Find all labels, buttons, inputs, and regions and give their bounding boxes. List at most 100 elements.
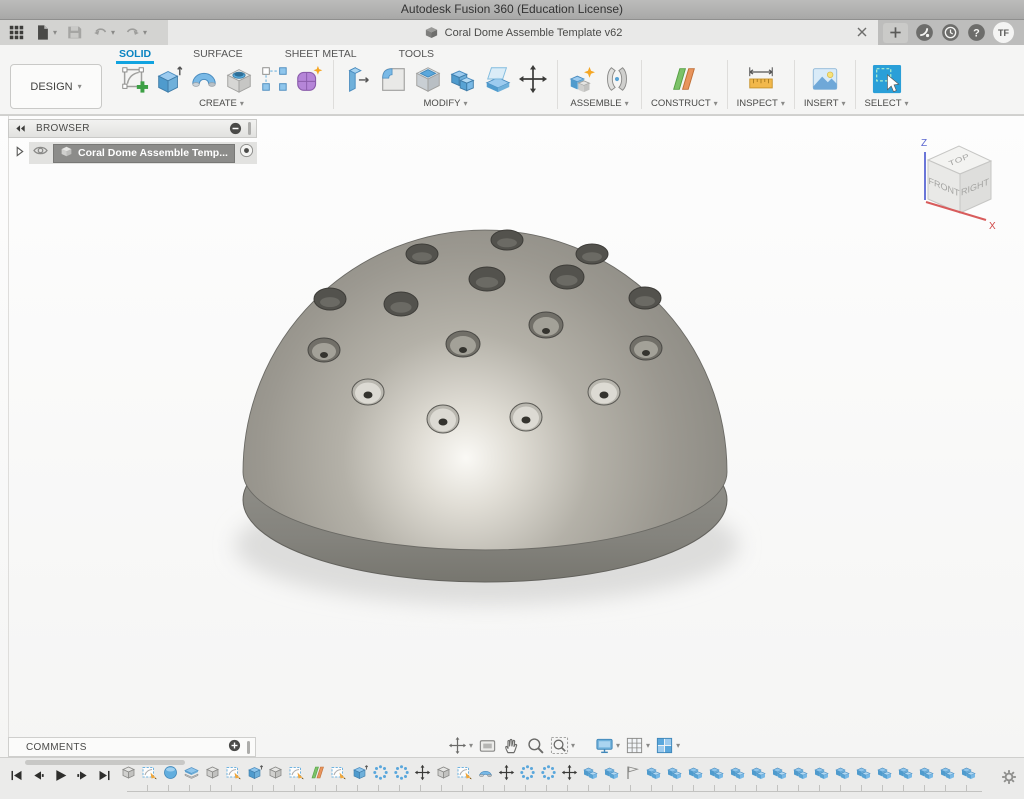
timeline-feature-extrude-icon[interactable] xyxy=(351,764,368,781)
visibility-eye-icon[interactable] xyxy=(32,144,49,162)
new-component-button[interactable] xyxy=(567,64,597,94)
look-at-button[interactable] xyxy=(478,736,497,755)
modify-dropdown[interactable]: MODIFY ▾ xyxy=(424,98,468,109)
timeline-feature-combine-icon[interactable] xyxy=(813,764,830,781)
redo-button[interactable]: ▾ xyxy=(124,24,147,41)
zoom-button[interactable] xyxy=(526,736,545,755)
file-new-button[interactable]: ▾ xyxy=(34,24,57,41)
new-tab-button[interactable] xyxy=(883,23,908,43)
add-comment-icon[interactable] xyxy=(228,739,241,755)
measure-button[interactable] xyxy=(746,64,776,94)
timeline-feature-sphere-icon[interactable] xyxy=(162,764,179,781)
timeline-feature-sketch-icon[interactable] xyxy=(456,764,473,781)
insert-dropdown[interactable]: INSERT ▾ xyxy=(804,98,846,109)
disclosure-triangle-icon[interactable] xyxy=(14,144,25,162)
assemble-dropdown[interactable]: ASSEMBLE ▾ xyxy=(570,98,628,109)
drag-handle[interactable] xyxy=(248,122,251,135)
timeline-feature-move-icon[interactable] xyxy=(561,764,578,781)
timeline-feature-extrude-icon[interactable] xyxy=(246,764,263,781)
extrude-button[interactable] xyxy=(154,64,184,94)
timeline-feature-combine-icon[interactable] xyxy=(582,764,599,781)
press-pull-button[interactable] xyxy=(343,64,373,94)
close-tab-icon[interactable] xyxy=(855,25,869,39)
timeline-feature-combine-icon[interactable] xyxy=(708,764,725,781)
timeline-feature-sketch-icon[interactable] xyxy=(330,764,347,781)
user-avatar[interactable]: TF xyxy=(993,22,1014,43)
timeline-feature-box-icon[interactable] xyxy=(204,764,221,781)
orbit-button[interactable]: ▾ xyxy=(448,736,473,755)
inspect-dropdown[interactable]: INSPECT ▾ xyxy=(737,98,785,109)
timeline-feature-combine-icon[interactable] xyxy=(960,764,977,781)
timeline-feature-combine-icon[interactable] xyxy=(918,764,935,781)
construction-plane-button[interactable] xyxy=(669,64,699,94)
browser-root-item[interactable]: Coral Dome Assemble Temp... xyxy=(53,144,235,163)
job-status-clock-icon[interactable] xyxy=(941,23,960,42)
timeline-feature-combine-icon[interactable] xyxy=(750,764,767,781)
activate-radio-icon[interactable] xyxy=(239,143,254,163)
timeline-feature-sketch-icon[interactable] xyxy=(288,764,305,781)
combine-button[interactable] xyxy=(448,64,478,94)
timeline-feature-combine-icon[interactable] xyxy=(939,764,956,781)
timeline-feature-move-icon[interactable] xyxy=(414,764,431,781)
timeline-feature-combine-icon[interactable] xyxy=(645,764,662,781)
viewcube[interactable]: TOP FRONT RIGHT Z X xyxy=(912,130,1012,234)
help-icon[interactable]: ? xyxy=(967,23,986,42)
apps-grid-button[interactable] xyxy=(8,24,25,41)
select-dropdown[interactable]: SELECT ▾ xyxy=(865,98,909,109)
timeline-feature-combine-icon[interactable] xyxy=(666,764,683,781)
browser-root-row[interactable]: Coral Dome Assemble Temp... xyxy=(8,142,257,164)
skip-end-button[interactable] xyxy=(97,768,112,783)
joint-button[interactable] xyxy=(602,64,632,94)
display-settings-button[interactable]: ▾ xyxy=(595,736,620,755)
timeline-feature-combine-icon[interactable] xyxy=(876,764,893,781)
create-dropdown[interactable]: CREATE ▾ xyxy=(199,98,244,109)
document-tab[interactable]: Coral Dome Assemble Template v62 xyxy=(168,20,878,45)
skip-start-button[interactable] xyxy=(9,768,24,783)
timeline-feature-move-icon[interactable] xyxy=(498,764,515,781)
split-body-button[interactable] xyxy=(483,64,513,94)
timeline-feature-pattern-icon[interactable] xyxy=(519,764,536,781)
timeline-feature-sketch-icon[interactable] xyxy=(141,764,158,781)
timeline-feature-sketch-icon[interactable] xyxy=(225,764,242,781)
fillet-button[interactable] xyxy=(378,64,408,94)
collapse-panel-icon[interactable] xyxy=(14,122,27,135)
play-button[interactable] xyxy=(53,768,68,783)
create-sketch-button[interactable] xyxy=(119,64,149,94)
timeline-feature-box-icon[interactable] xyxy=(435,764,452,781)
timeline-feature-combine-icon[interactable] xyxy=(687,764,704,781)
timeline-feature-combine-icon[interactable] xyxy=(792,764,809,781)
step-forward-button[interactable] xyxy=(75,768,90,783)
insert-image-button[interactable] xyxy=(810,64,840,94)
workspace-selector-button[interactable]: DESIGN ▾ xyxy=(10,64,102,109)
timeline-feature-pattern-icon[interactable] xyxy=(540,764,557,781)
timeline-feature-combine-icon[interactable] xyxy=(834,764,851,781)
revolve-button[interactable] xyxy=(189,64,219,94)
timeline-settings-gear-icon[interactable] xyxy=(1001,769,1017,785)
timeline-feature-pattern-icon[interactable] xyxy=(372,764,389,781)
viewports-button[interactable]: ▾ xyxy=(655,736,680,755)
timeline-feature-box-icon[interactable] xyxy=(120,764,137,781)
dome-model[interactable] xyxy=(0,116,1024,759)
circle-minus-icon[interactable] xyxy=(229,122,242,135)
rectangular-pattern-button[interactable] xyxy=(259,64,289,94)
browser-header[interactable]: BROWSER xyxy=(8,119,257,138)
step-back-button[interactable] xyxy=(31,768,46,783)
timeline-feature-split-icon[interactable] xyxy=(183,764,200,781)
hole-button[interactable] xyxy=(224,64,254,94)
timeline-feature-pattern-icon[interactable] xyxy=(393,764,410,781)
timeline-feature-combine-icon[interactable] xyxy=(603,764,620,781)
drag-handle[interactable] xyxy=(247,741,250,754)
timeline-feature-revolve-icon[interactable] xyxy=(477,764,494,781)
select-button[interactable] xyxy=(872,64,902,94)
create-form-button[interactable] xyxy=(294,64,324,94)
comments-panel[interactable]: COMMENTS xyxy=(8,737,256,757)
pan-button[interactable] xyxy=(502,736,521,755)
timeline-feature-combine-icon[interactable] xyxy=(729,764,746,781)
timeline-feature-combine-icon[interactable] xyxy=(855,764,872,781)
construct-dropdown[interactable]: CONSTRUCT ▾ xyxy=(651,98,718,109)
timeline-feature-plane-icon[interactable] xyxy=(309,764,326,781)
fit-button[interactable]: ▾ xyxy=(550,736,575,755)
timeline-feature-box-icon[interactable] xyxy=(267,764,284,781)
timeline-feature-combine-icon[interactable] xyxy=(771,764,788,781)
timeline-feature-flag-icon[interactable] xyxy=(624,764,641,781)
